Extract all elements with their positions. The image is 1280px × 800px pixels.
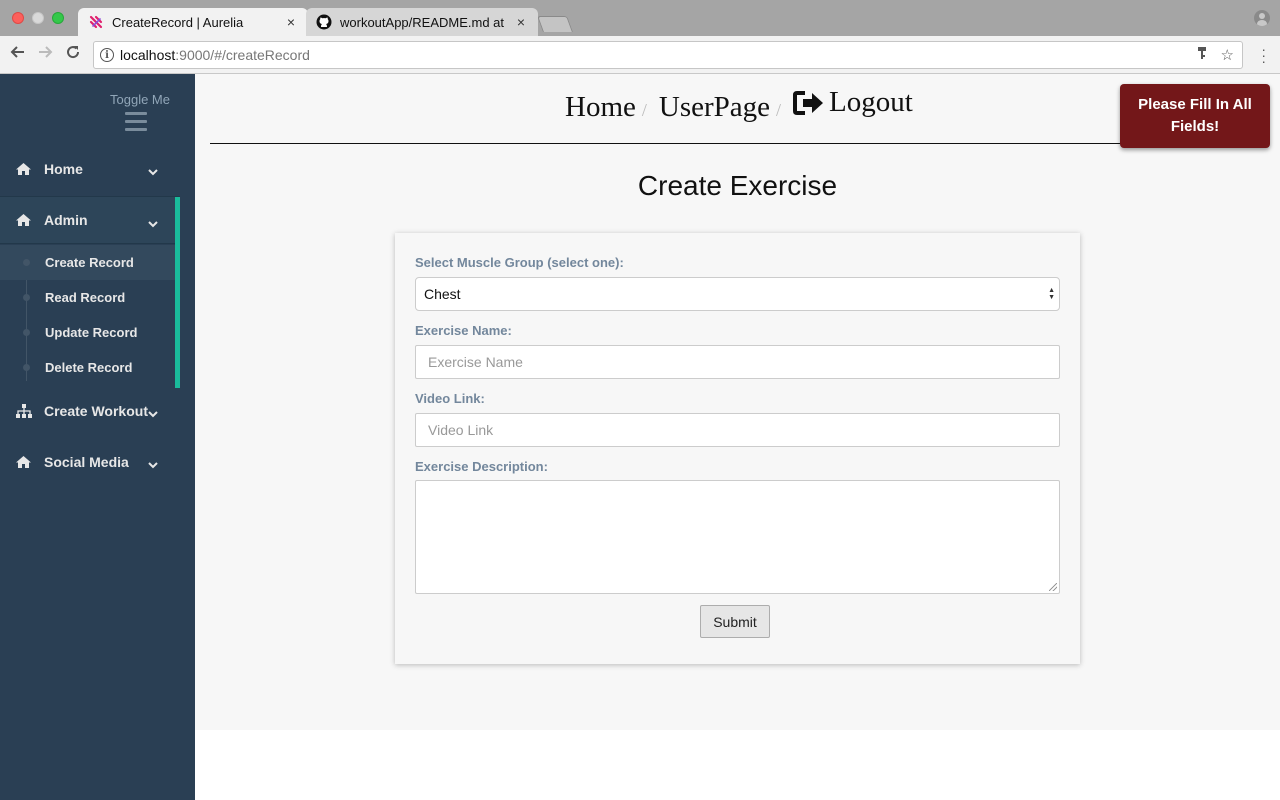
sidebar-item-social-media[interactable]: Social Media xyxy=(0,438,180,486)
muscle-group-select[interactable]: Chest ▲ ▼ xyxy=(415,277,1060,311)
back-icon[interactable] xyxy=(8,44,28,64)
sitemap-icon xyxy=(15,403,35,419)
menu-icon[interactable]: · · · xyxy=(1261,42,1266,68)
window-close-button[interactable] xyxy=(12,12,24,24)
submenu-item-update-record[interactable]: Update Record xyxy=(0,315,175,350)
exercise-description-textarea[interactable] xyxy=(415,480,1060,594)
chevron-down-icon xyxy=(148,456,158,472)
info-icon[interactable]: i xyxy=(100,48,114,62)
browser-tab-readme[interactable]: workoutApp/README.md at m × xyxy=(306,8,538,36)
nav-link-home[interactable]: Home xyxy=(565,91,636,124)
active-section-indicator xyxy=(175,197,180,388)
chevron-down-icon xyxy=(148,405,158,421)
reload-icon[interactable] xyxy=(63,44,83,64)
sidebar-item-label: Admin xyxy=(44,212,88,228)
close-icon[interactable]: × xyxy=(514,14,528,30)
new-tab-button[interactable] xyxy=(537,16,573,32)
breadcrumb-separator: / xyxy=(641,99,647,120)
hamburger-icon[interactable] xyxy=(125,112,147,136)
submenu-item-read-record[interactable]: Read Record xyxy=(0,280,175,315)
home-icon xyxy=(15,454,35,470)
header-divider xyxy=(210,143,1270,144)
browser-tab-bar: CreateRecord | Aurelia × workoutApp/READ… xyxy=(0,0,1280,36)
exercise-name-label: Exercise Name: xyxy=(415,323,512,338)
github-icon xyxy=(316,14,332,30)
url-path: :9000/#/createRecord xyxy=(175,47,310,63)
create-exercise-form: Select Muscle Group (select one): Chest … xyxy=(395,233,1080,664)
bullet-dot xyxy=(23,329,30,336)
select-value: Chest xyxy=(424,286,461,302)
logout-icon xyxy=(793,89,825,117)
sidebar-item-label: Create Workout xyxy=(44,403,148,419)
admin-submenu: Create Record Read Record Update Record … xyxy=(0,245,175,385)
close-icon[interactable]: × xyxy=(284,14,298,30)
submenu-label: Update Record xyxy=(45,325,138,340)
muscle-group-label: Select Muscle Group (select one): xyxy=(415,255,624,270)
toggle-label[interactable]: Toggle Me xyxy=(110,92,170,107)
submit-button[interactable]: Submit xyxy=(700,605,770,638)
home-icon xyxy=(15,212,35,228)
sidebar-item-create-workout[interactable]: Create Workout xyxy=(0,387,180,435)
url-host: localhost xyxy=(120,47,176,63)
address-bar[interactable]: i localhost :9000/#/createRecord ☆ xyxy=(93,41,1243,69)
exercise-description-label: Exercise Description: xyxy=(415,459,548,474)
chevron-down-icon xyxy=(148,215,158,231)
breadcrumb: Home / UserPage / Logout xyxy=(565,86,913,124)
sidebar-item-label: Home xyxy=(44,161,83,177)
video-link-label: Video Link: xyxy=(415,391,485,406)
star-icon[interactable]: ☆ xyxy=(1221,46,1234,64)
window-maximize-button[interactable] xyxy=(52,12,64,24)
submenu-label: Create Record xyxy=(45,255,134,270)
profile-icon[interactable] xyxy=(1254,10,1270,26)
sidebar-item-home[interactable]: Home xyxy=(0,145,180,193)
submenu-item-create-record[interactable]: Create Record xyxy=(0,245,175,280)
logout-label: Logout xyxy=(829,86,913,118)
aurelia-icon xyxy=(88,14,104,30)
tab-title: CreateRecord | Aurelia xyxy=(112,14,244,30)
submenu-label: Delete Record xyxy=(45,360,133,375)
submenu-label: Read Record xyxy=(45,290,126,305)
error-toast[interactable]: Please Fill In All Fields! xyxy=(1120,84,1270,148)
window-minimize-button[interactable] xyxy=(32,12,44,24)
breadcrumb-separator: / xyxy=(776,99,782,120)
sidebar: Toggle Me Home Admin Create Record Read … xyxy=(0,74,195,800)
bullet-dot xyxy=(23,364,30,371)
bullet-dot xyxy=(23,259,30,266)
browser-toolbar: i localhost :9000/#/createRecord ☆ · · · xyxy=(0,36,1280,74)
exercise-name-input[interactable]: Exercise Name xyxy=(415,345,1060,379)
key-icon[interactable] xyxy=(1197,46,1207,64)
select-arrows-icon: ▲ ▼ xyxy=(1048,287,1055,301)
page-title: Create Exercise xyxy=(637,170,838,201)
forward-icon[interactable] xyxy=(35,44,55,64)
browser-tab-createrecord[interactable]: CreateRecord | Aurelia × xyxy=(78,8,308,36)
tab-title: workoutApp/README.md at m xyxy=(340,14,508,30)
resize-handle[interactable] xyxy=(1049,583,1057,591)
nav-link-logout[interactable]: Logout xyxy=(793,86,913,119)
chevron-down-icon xyxy=(148,163,158,179)
video-link-input[interactable]: Video Link xyxy=(415,413,1060,447)
sidebar-item-label: Social Media xyxy=(44,454,129,470)
bullet-dot xyxy=(23,294,30,301)
submenu-item-delete-record[interactable]: Delete Record xyxy=(0,350,175,385)
sidebar-item-admin[interactable]: Admin xyxy=(0,196,180,244)
main-content: Home / UserPage / Logout Please Fill In … xyxy=(195,74,1280,730)
home-icon xyxy=(15,161,35,177)
nav-link-userpage[interactable]: UserPage xyxy=(659,91,770,124)
